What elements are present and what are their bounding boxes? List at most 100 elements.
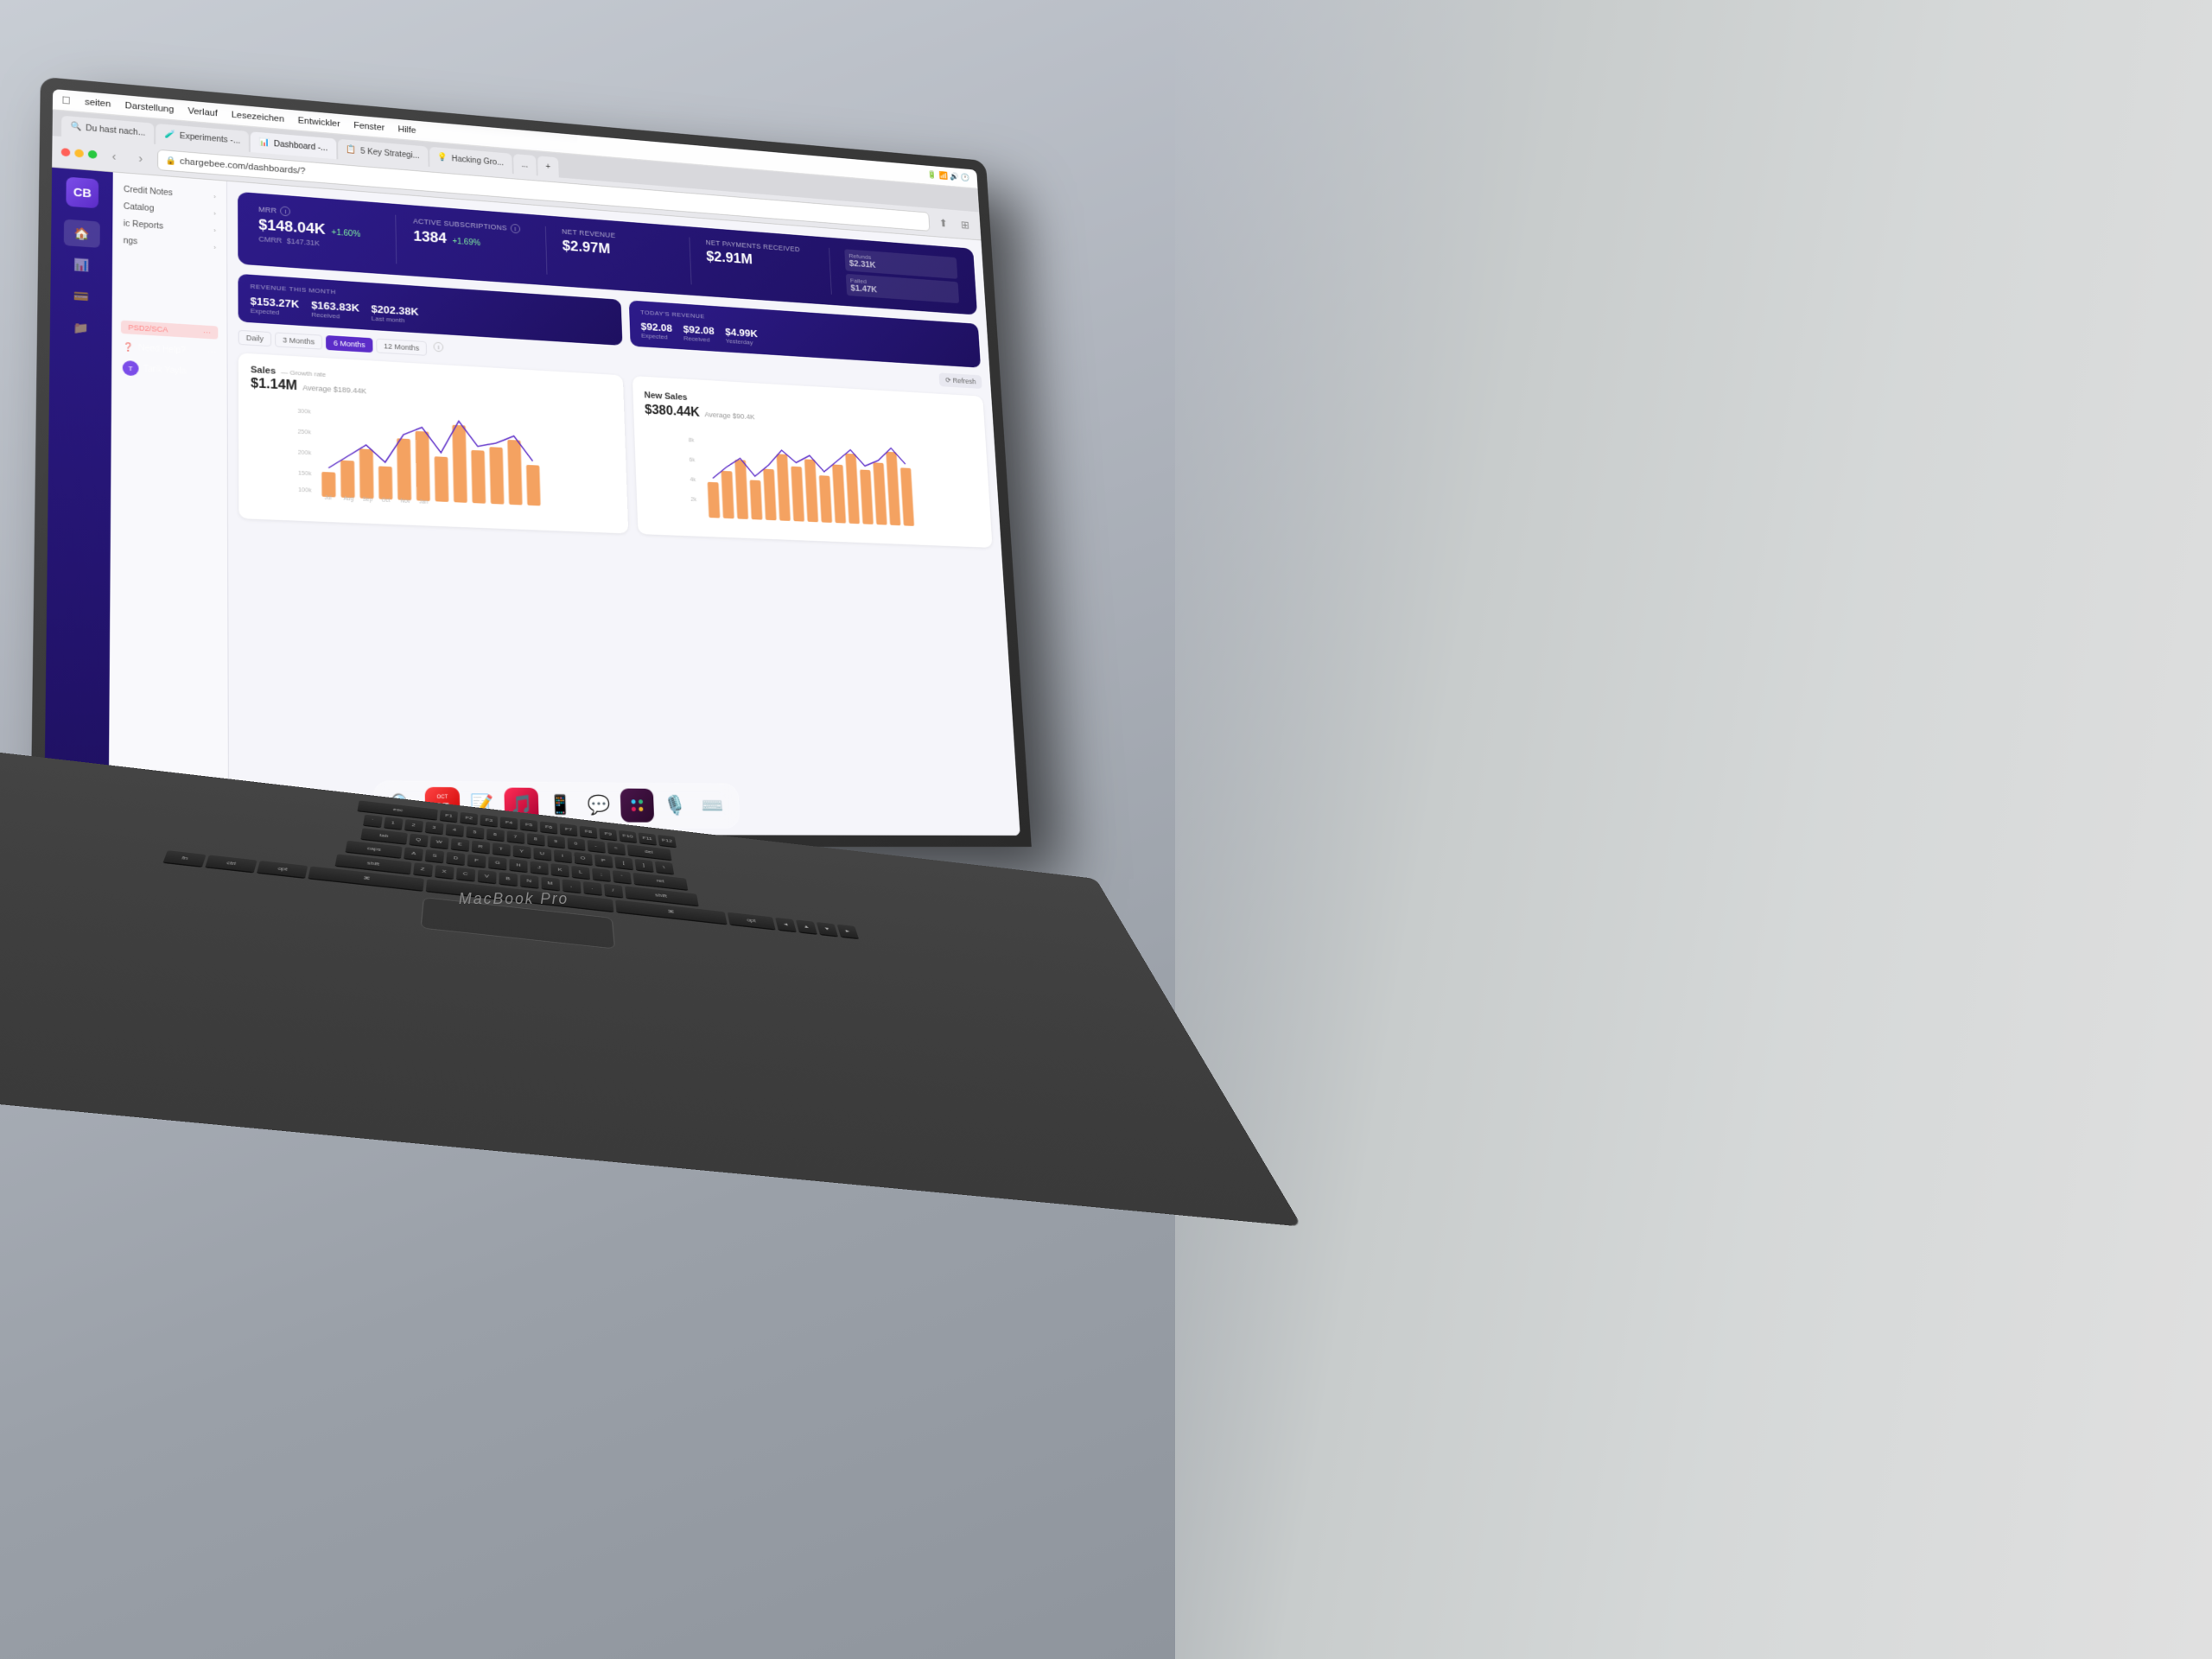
browser-tab-5[interactable]: ... [513, 154, 537, 175]
key-a[interactable]: A [404, 847, 423, 860]
key-f8[interactable]: F8 [580, 826, 598, 838]
key-6[interactable]: 6 [486, 829, 505, 841]
extensions-button[interactable]: ⊞ [957, 216, 974, 233]
key-control[interactable]: ctrl [206, 855, 257, 872]
need-help-more-icon[interactable]: ··· [207, 347, 216, 357]
key-f12[interactable]: F12 [658, 835, 677, 847]
sidebar-item-catalog[interactable]: 📁 [63, 314, 99, 342]
key-x[interactable]: X [435, 865, 454, 879]
key-slash[interactable]: / [603, 884, 622, 898]
key-0[interactable]: 0 [567, 837, 585, 849]
key-f1[interactable]: F1 [440, 810, 458, 822]
key-f4[interactable]: F4 [500, 817, 518, 829]
sidebar-logo[interactable]: CB [66, 177, 99, 209]
key-semicolon[interactable]: ; [592, 868, 611, 880]
key-e[interactable]: E [450, 838, 469, 851]
key-4[interactable]: 4 [445, 823, 463, 836]
key-q[interactable]: Q [409, 833, 428, 846]
tab-3months[interactable]: 3 Months [275, 332, 322, 349]
key-period[interactable]: . [582, 881, 601, 895]
chart-info-icon[interactable]: i [434, 342, 444, 353]
tab-daily[interactable]: Daily [238, 330, 271, 346]
key-5[interactable]: 5 [466, 826, 484, 838]
key-g[interactable]: G [488, 856, 506, 869]
key-2[interactable]: 2 [404, 819, 423, 831]
sidebar-item-dashboard[interactable]: 🏠 [64, 219, 100, 248]
forward-button[interactable]: › [130, 149, 150, 168]
key-m[interactable]: M [541, 877, 560, 891]
key-arrow-down[interactable]: ▼ [817, 922, 838, 936]
subs-info-icon[interactable]: i [511, 224, 521, 234]
key-b[interactable]: B [499, 872, 517, 886]
fullscreen-button[interactable] [88, 150, 97, 159]
new-tab-button[interactable]: + [537, 156, 559, 177]
key-7[interactable]: 7 [506, 830, 524, 842]
key-option-right[interactable]: opt [728, 912, 776, 930]
key-option[interactable]: opt [257, 861, 308, 878]
sidebar-item-analytics[interactable]: 📊 [63, 251, 99, 279]
share-button[interactable]: ⬆ [935, 214, 952, 232]
mrr-info-icon[interactable]: i [280, 207, 290, 217]
menu-lesezeichen[interactable]: Lesezeichen [232, 110, 284, 124]
key-f10[interactable]: F10 [619, 830, 637, 842]
key-equals[interactable]: = [607, 842, 625, 854]
dock-slack[interactable] [620, 788, 655, 822]
key-n[interactable]: N [520, 874, 538, 888]
key-f5[interactable]: F5 [520, 819, 537, 831]
tab-12months[interactable]: 12 Months [376, 339, 427, 356]
apple-menu[interactable]:  [61, 94, 70, 107]
menu-verlauf[interactable]: Verlauf [188, 106, 217, 118]
key-j[interactable]: J [531, 861, 549, 874]
key-f[interactable]: F [467, 854, 486, 867]
key-z[interactable]: Z [413, 862, 433, 876]
key-p[interactable]: P [594, 855, 613, 868]
key-t[interactable]: T [492, 842, 510, 855]
sidebar-item-billing[interactable]: 💳 [63, 282, 99, 310]
key-f6[interactable]: F6 [540, 821, 557, 833]
key-backtick[interactable]: ` [363, 815, 383, 827]
refresh-button[interactable]: ⟳ Refresh [939, 372, 982, 389]
menu-seiten[interactable]: seiten [85, 97, 111, 109]
key-bracket-left[interactable]: [ [614, 856, 633, 869]
key-f11[interactable]: F11 [639, 832, 657, 844]
dock-keyboard[interactable]: ⌨️ [696, 789, 729, 823]
key-w[interactable]: W [429, 836, 448, 849]
key-1[interactable]: 1 [384, 817, 403, 829]
key-bracket-right[interactable]: ] [634, 859, 653, 872]
key-3[interactable]: 3 [424, 822, 443, 834]
key-v[interactable]: V [477, 869, 496, 883]
key-f7[interactable]: F7 [560, 823, 578, 836]
key-arrow-left[interactable]: ◄ [775, 918, 797, 931]
key-u[interactable]: U [533, 848, 551, 861]
menu-hilfe[interactable]: Hilfe [397, 124, 416, 136]
key-r[interactable]: R [471, 841, 489, 854]
key-l[interactable]: L [571, 866, 590, 879]
close-button[interactable] [61, 148, 71, 156]
key-f2[interactable]: F2 [460, 812, 478, 824]
key-f9[interactable]: F9 [599, 828, 617, 840]
key-9[interactable]: 9 [547, 836, 565, 848]
key-k[interactable]: K [550, 863, 569, 876]
key-8[interactable]: 8 [527, 833, 545, 845]
key-quote[interactable]: ' [613, 870, 632, 883]
key-minus[interactable]: - [587, 840, 605, 852]
key-y[interactable]: Y [512, 845, 531, 858]
psd2-more-icon[interactable]: ··· [203, 327, 211, 336]
key-fn[interactable]: fn [163, 850, 207, 866]
psd2-badge[interactable]: PSD2/SCA ··· [121, 321, 218, 340]
menu-entwickler[interactable]: Entwickler [298, 116, 340, 129]
key-o[interactable]: O [574, 852, 592, 865]
key-f3[interactable]: F3 [480, 814, 499, 826]
menu-darstellung[interactable]: Darstellung [125, 100, 175, 114]
key-c[interactable]: C [455, 868, 474, 881]
back-button[interactable]: ‹ [104, 147, 124, 166]
tab-6months[interactable]: 6 Months [326, 335, 373, 353]
dock-messages[interactable]: 💬 [582, 788, 616, 822]
menu-fenster[interactable]: Fenster [353, 120, 385, 132]
key-d[interactable]: D [446, 852, 465, 865]
key-i[interactable]: I [553, 849, 571, 862]
key-arrow-up[interactable]: ▲ [796, 919, 817, 933]
key-backslash[interactable]: \ [654, 861, 673, 874]
key-h[interactable]: H [509, 859, 527, 872]
key-s[interactable]: S [425, 849, 444, 862]
